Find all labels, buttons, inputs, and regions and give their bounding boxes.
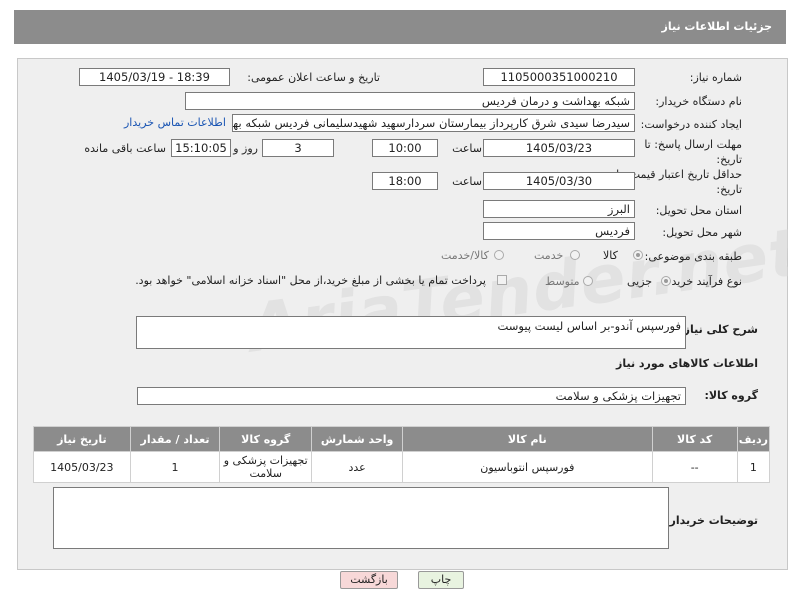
table-header-row: ردیف کد کالا نام کالا واحد شمارش گروه کا… xyxy=(33,426,771,452)
process-partial-radio[interactable] xyxy=(661,276,671,286)
need-number-label: شماره نیاز: xyxy=(689,71,742,84)
cell-unit: عدد xyxy=(311,451,404,483)
creator-field: سیدرضا سیدی شرق کارپرداز بیمارستان سردار… xyxy=(232,114,635,132)
col-code-header: کد کالا xyxy=(651,426,738,452)
buyer-notes-field[interactable] xyxy=(53,487,669,549)
category-goods-radio[interactable] xyxy=(633,250,643,260)
description-label: شرح کلی نیاز: xyxy=(679,323,758,336)
goods-info-title: اطلاعات کالاهای مورد نیاز xyxy=(616,357,758,370)
col-unit-header: واحد شمارش xyxy=(311,426,404,452)
price-time-field: 18:00 xyxy=(372,172,438,190)
process-medium-label: متوسط xyxy=(545,275,580,288)
days-remaining-field: 3 xyxy=(262,139,334,157)
reply-time-field: 10:00 xyxy=(372,139,438,157)
category-goods-service-radio[interactable] xyxy=(494,250,504,260)
col-name-header: نام کالا xyxy=(402,426,653,452)
col-quantity-header: تعداد / مقدار xyxy=(129,426,221,452)
remaining-time-label: ساعت باقی مانده xyxy=(84,142,166,155)
process-medium-radio[interactable] xyxy=(583,276,593,286)
process-label: نوع فرآیند خرید : xyxy=(664,275,742,288)
cell-date: 1405/03/23 xyxy=(33,451,131,483)
price-time-label: ساعت xyxy=(452,175,482,188)
cell-code: -- xyxy=(651,451,738,483)
category-service-label: خدمت xyxy=(534,249,564,262)
remaining-time-field: 15:10:05 xyxy=(171,139,231,157)
buyer-contact-link[interactable]: اطلاعات تماس خریدار xyxy=(124,116,226,129)
back-button[interactable]: بازگشت xyxy=(340,571,398,589)
page-header: جزئیات اطلاعات نیاز xyxy=(14,10,786,44)
treasury-payment-note: پرداخت تمام یا بخشی از مبلغ خرید،از محل … xyxy=(135,274,486,287)
col-date-header: تاریخ نیاز xyxy=(33,426,131,452)
process-partial-label: جزیی xyxy=(627,275,653,288)
city-field: فردیس xyxy=(483,222,635,240)
cell-name: فورسپس انتوباسیون xyxy=(402,451,653,483)
col-row-header: ردیف xyxy=(736,426,771,452)
province-field: البرز xyxy=(483,200,635,218)
category-goods-label: کالا xyxy=(603,249,618,262)
announce-date-label: تاریخ و ساعت اعلان عمومی: xyxy=(247,71,380,84)
reply-deadline-label: مهلت ارسال پاسخ: تا تاریخ: xyxy=(644,138,742,166)
city-label: شهر محل تحویل: xyxy=(662,226,742,239)
cell-row: 1 xyxy=(736,451,771,483)
days-label: روز و xyxy=(233,142,258,155)
goods-table: ردیف کد کالا نام کالا واحد شمارش گروه کا… xyxy=(33,426,771,483)
goods-group-label: گروه کالا: xyxy=(704,389,758,402)
page-title: جزئیات اطلاعات نیاز xyxy=(661,20,773,33)
creator-label: ایجاد کننده درخواست: xyxy=(640,118,742,131)
need-number-field: 1105000351000210 xyxy=(483,68,635,86)
reply-date-field: 1405/03/23 xyxy=(483,139,635,157)
buyer-notes-label: توضیحات خریدار: xyxy=(665,514,758,527)
table-row: 1 -- فورسپس انتوباسیون عدد تجهیزات پزشکی… xyxy=(33,451,771,483)
cell-quantity: 1 xyxy=(129,451,221,483)
reply-time-label: ساعت xyxy=(452,142,482,155)
category-label: طبقه بندی موضوعی: xyxy=(644,250,742,263)
buyer-org-field: شبکه بهداشت و درمان فردیس xyxy=(185,92,635,110)
print-button[interactable]: چاپ xyxy=(418,571,464,589)
category-goods-service-label: کالا/خدمت xyxy=(441,249,489,262)
treasury-payment-checkbox[interactable] xyxy=(497,275,507,285)
category-service-radio[interactable] xyxy=(570,250,580,260)
goods-group-field: تجهیزات پزشکی و سلامت xyxy=(137,387,686,405)
buyer-org-label: نام دستگاه خریدار: xyxy=(655,95,742,108)
cell-group: تجهیزات پزشکی و سلامت xyxy=(219,451,313,483)
province-label: استان محل تحویل: xyxy=(655,204,742,217)
description-field: فورسپس آندو-بر اساس لیست پیوست xyxy=(136,316,686,349)
price-date-field: 1405/03/30 xyxy=(483,172,635,190)
col-group-header: گروه کالا xyxy=(219,426,313,452)
announce-date-field: 1405/03/19 - 18:39 xyxy=(79,68,230,86)
